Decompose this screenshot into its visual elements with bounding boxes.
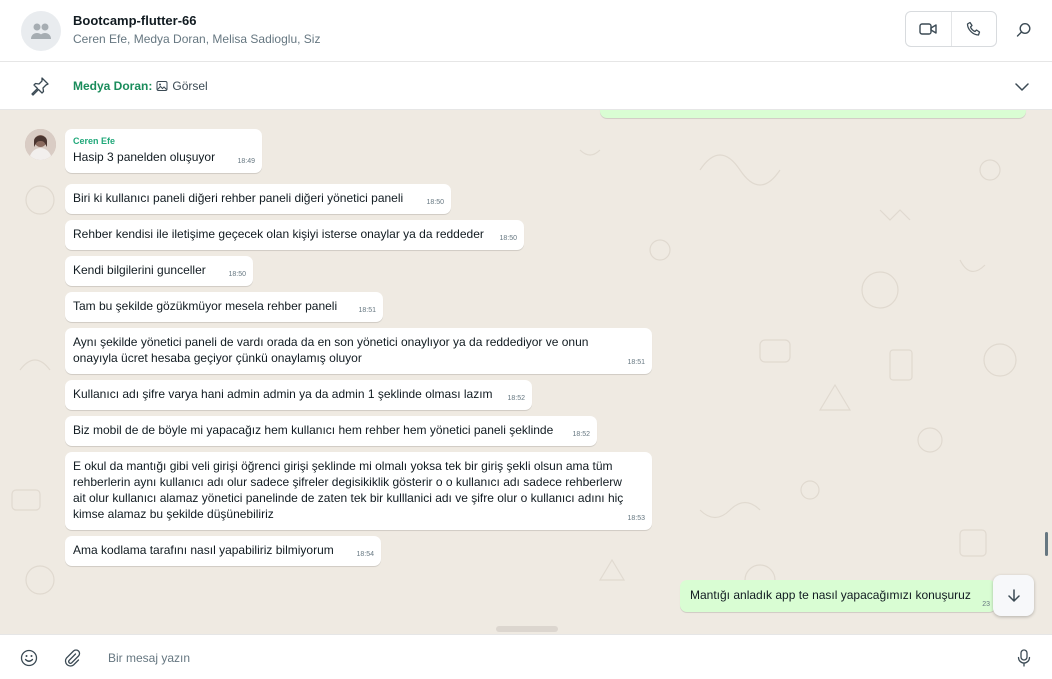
sender-name: Ceren Efe [73, 136, 116, 146]
message-bubble[interactable]: Ama kodlama tarafını nasıl yapabiliriz b… [65, 536, 381, 566]
emoji-icon [20, 649, 38, 667]
search-icon [1016, 22, 1031, 37]
message-time: 18:51 [627, 359, 645, 366]
attach-button[interactable] [62, 648, 82, 668]
message-time: 18:49 [237, 158, 255, 165]
message-text: Ama kodlama tarafını nasıl yapabiliriz b… [73, 543, 334, 557]
pinned-body: Görsel [172, 79, 208, 93]
previous-sent-message[interactable] [600, 110, 1026, 118]
microphone-icon [1017, 649, 1031, 667]
scroll-to-bottom-button[interactable] [993, 575, 1034, 616]
message-composer [0, 634, 1052, 679]
arrow-down-icon [1007, 588, 1020, 602]
chat-header: Bootcamp-flutter-66 Ceren Efe, Medya Dor… [0, 0, 1052, 62]
message-time: 23 [982, 601, 990, 608]
chat-title[interactable]: Bootcamp-flutter-66 [73, 13, 197, 28]
pinned-sender: Medya Doran: [73, 79, 153, 93]
message-time: 18:50 [228, 271, 246, 278]
emoji-button[interactable] [19, 648, 39, 668]
message-text: Hasip 3 panelden oluşuyor [73, 150, 216, 164]
message-time: 18:50 [426, 199, 444, 206]
message-text: Biri ki kullanıcı paneli diğeri rehber p… [73, 191, 404, 205]
message-text: Rehber kendisi ile iletişime geçecek ola… [73, 227, 484, 241]
message-bubble[interactable]: Biz mobil de de böyle mi yapacağız hem k… [65, 416, 597, 446]
pin-icon [31, 77, 49, 96]
message-time: 18:52 [507, 395, 525, 402]
message-bubble[interactable]: Kendi bilgilerini gunceller 18:50 [65, 256, 253, 286]
message-text: Tam bu şekilde gözükmüyor mesela rehber … [73, 299, 338, 313]
message-input[interactable] [108, 648, 988, 668]
chevron-down-icon[interactable] [1012, 77, 1032, 97]
message-time: 18:52 [572, 431, 590, 438]
message-bubble[interactable]: Aynı şekilde yönetici paneli de vardı or… [65, 328, 652, 374]
voice-call-button[interactable] [950, 12, 997, 46]
message-list[interactable]: Ceren Efe Hasip 3 panelden oluşuyor 18:4… [0, 110, 1052, 634]
message-text: Kendi bilgilerini gunceller [73, 263, 206, 277]
message-bubble[interactable]: Biri ki kullanıcı paneli diğeri rehber p… [65, 184, 451, 214]
message-bubble[interactable]: E okul da mantığı gibi veli girişi öğren… [65, 452, 652, 530]
voice-message-button[interactable] [1014, 648, 1034, 668]
message-bubble[interactable]: Rehber kendisi ile iletişime geçecek ola… [65, 220, 524, 250]
chat-participants[interactable]: Ceren Efe, Medya Doran, Melisa Sadioglu,… [73, 32, 320, 46]
message-text: Biz mobil de de böyle mi yapacağız hem k… [73, 423, 554, 437]
message-time: 18:51 [358, 307, 376, 314]
message-text: Kullanıcı adı şifre varya hani admin adm… [73, 387, 493, 401]
message-time: 18:53 [627, 515, 645, 522]
message-text: E okul da mantığı gibi veli girişi öğren… [73, 459, 624, 521]
message-bubble[interactable]: Ceren Efe Hasip 3 panelden oluşuyor 18:4… [65, 129, 262, 173]
scrollbar-thumb[interactable] [1045, 532, 1048, 556]
user-photo-icon [25, 129, 56, 160]
search-button[interactable] [1012, 18, 1036, 42]
date-pill-hint [496, 626, 558, 632]
message-bubble[interactable]: Tam bu şekilde gözükmüyor mesela rehber … [65, 292, 383, 322]
pinned-message-bar[interactable]: Medya Doran: Görsel [0, 62, 1052, 110]
message-time: 18:50 [499, 235, 517, 242]
paperclip-icon [64, 649, 81, 667]
message-bubble[interactable]: Kullanıcı adı şifre varya hani admin adm… [65, 380, 532, 410]
message-text: Aynı şekilde yönetici paneli de vardı or… [73, 335, 589, 365]
avatar[interactable] [25, 129, 56, 160]
message-time: 18:54 [356, 551, 374, 558]
call-buttons [905, 11, 997, 47]
sent-message-bubble[interactable]: Mantığı anladık app te nasıl yapacağımız… [680, 580, 996, 612]
video-call-button[interactable] [906, 12, 951, 46]
group-icon [31, 23, 51, 39]
video-call-icon [919, 23, 937, 35]
image-icon [156, 81, 168, 91]
message-text: Mantığı anladık app te nasıl yapacağımız… [690, 588, 971, 602]
phone-icon [966, 21, 980, 36]
pinned-message-preview: Medya Doran: Görsel [73, 79, 208, 93]
group-avatar[interactable] [21, 11, 61, 51]
